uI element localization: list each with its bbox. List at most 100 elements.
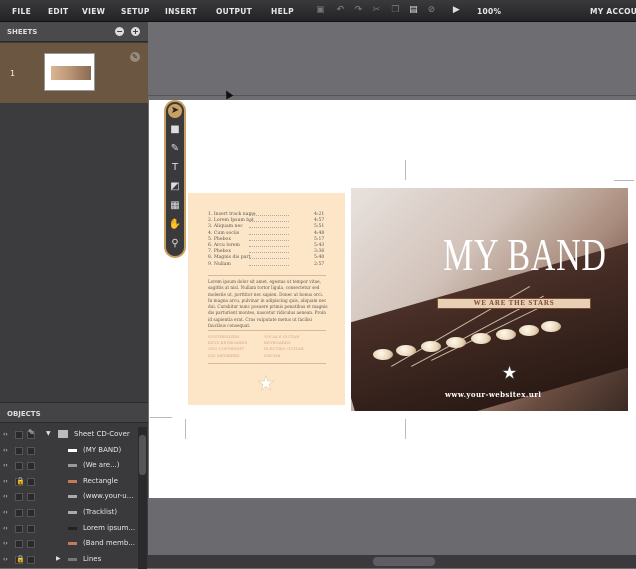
zoom-level[interactable]: 100% xyxy=(477,7,501,16)
edit-pencil-icon[interactable]: ✎ xyxy=(28,428,35,437)
lock-toggle[interactable] xyxy=(15,431,23,439)
undo-icon[interactable]: ↶ xyxy=(335,5,346,16)
visibility-icon[interactable]: ‹› xyxy=(3,478,12,485)
object-row[interactable]: ‹› Lorem ipsum... xyxy=(0,521,138,536)
sheets-panel: SHEETS − + 1 ✎ xyxy=(0,22,148,402)
select-toggle[interactable] xyxy=(27,509,35,517)
band-tagline[interactable]: WE ARE THE STARS xyxy=(437,298,591,309)
track-name: 2. Lorem Ipsum bat xyxy=(208,218,254,224)
track-name: 6. Arcu lorem xyxy=(208,243,240,248)
track-duration: 5:17 xyxy=(314,236,325,242)
lock-toggle[interactable] xyxy=(15,493,23,502)
text-tool-icon[interactable]: T xyxy=(168,161,182,175)
object-row[interactable]: ‹› 🔒 ▶ Lines xyxy=(0,552,138,567)
visibility-icon[interactable]: ‹› xyxy=(3,493,12,500)
track-duration: 2:57 xyxy=(314,261,325,267)
track-duration: 3:36 xyxy=(314,249,325,255)
track-name: 3. Aliquam nec xyxy=(208,224,243,230)
select-toggle[interactable] xyxy=(27,524,35,533)
select-tool-icon[interactable]: ➤ xyxy=(168,104,182,118)
grid-tool-icon[interactable]: ▦ xyxy=(168,199,182,213)
rectangle-tool-icon[interactable]: ■ xyxy=(168,123,182,137)
object-type-icon xyxy=(68,464,77,468)
visibility-icon[interactable]: ‹› xyxy=(3,509,12,516)
menu-setup[interactable]: SETUP xyxy=(121,7,150,16)
object-row[interactable]: ‹› (We are...) xyxy=(0,458,138,473)
lock-toggle[interactable] xyxy=(15,524,23,533)
credit-line: CEO COPYRIGHT xyxy=(208,346,245,352)
lock-toggle[interactable] xyxy=(15,462,23,471)
cut-icon[interactable]: ✂ xyxy=(371,5,382,16)
menu-file[interactable]: FILE xyxy=(12,7,31,16)
menu-output[interactable]: OUTPUT xyxy=(216,7,252,16)
object-row[interactable]: ‹› (Band memb... xyxy=(0,536,138,551)
objects-scroll-thumb[interactable] xyxy=(139,435,146,475)
guitar-peg xyxy=(373,349,393,360)
visibility-icon[interactable]: ‹› xyxy=(3,556,12,563)
lock-toggle[interactable] xyxy=(15,540,23,549)
expand-arrow-icon[interactable]: ▼ xyxy=(46,430,51,437)
visibility-icon[interactable]: ‹› xyxy=(3,525,12,532)
select-toggle[interactable] xyxy=(27,446,35,455)
zoom-tool-icon[interactable]: ⚲ xyxy=(168,237,182,251)
select-toggle[interactable] xyxy=(27,493,35,502)
track-leader xyxy=(249,231,289,235)
delete-icon[interactable]: ⊘ xyxy=(426,5,437,16)
horizontal-scrollbar[interactable] xyxy=(148,555,636,568)
fill-tool-icon[interactable]: ◩ xyxy=(168,180,182,194)
sheet-item[interactable]: 1 ✎ xyxy=(0,43,148,103)
horizontal-scroll-thumb[interactable] xyxy=(373,557,435,566)
sheet-thumbnail[interactable] xyxy=(44,53,95,91)
menu-account[interactable]: MY ACCOUNT xyxy=(590,7,636,16)
lock-toggle[interactable] xyxy=(15,509,23,517)
add-sheet-button[interactable]: + xyxy=(131,27,140,36)
object-row[interactable]: ‹› (MY BAND) xyxy=(0,443,138,458)
menu-insert[interactable]: INSERT xyxy=(165,7,197,16)
lock-toggle[interactable]: 🔒 xyxy=(15,555,25,564)
visibility-icon[interactable]: ‹› xyxy=(3,447,12,454)
save-icon[interactable]: ▣ xyxy=(315,5,326,16)
remove-sheet-button[interactable]: − xyxy=(115,27,124,36)
band-title[interactable]: MY BAND xyxy=(443,228,607,281)
hand-tool-icon[interactable]: ✋ xyxy=(168,218,182,232)
preview-icon[interactable]: ▶ xyxy=(451,5,462,16)
lock-toggle[interactable]: 🔒 xyxy=(15,477,25,486)
track-name: 8. Magnis dis part xyxy=(208,255,251,261)
website-url[interactable]: www.your-websitex.url xyxy=(445,390,541,399)
visibility-icon[interactable]: ‹› xyxy=(3,462,12,469)
object-row[interactable]: ‹› (Tracklist) xyxy=(0,505,138,520)
track-leader xyxy=(249,212,289,216)
visibility-icon[interactable]: ‹› xyxy=(3,431,12,438)
credit-line: ELECTRIC GUITAR xyxy=(264,346,304,352)
credits-right[interactable]: VOCALS GUITAR KEYBOARDS ELECTRIC GUITAR … xyxy=(264,334,304,359)
select-toggle[interactable] xyxy=(27,477,35,486)
lorem-text[interactable]: Lorem ipsum dolor sit amet, egestas ut t… xyxy=(208,279,328,329)
select-toggle[interactable] xyxy=(27,555,35,564)
object-row[interactable]: ‹› ▼ ✎ Sheet CD-Cover xyxy=(0,427,138,442)
menu-bar: FILE EDIT VIEW SETUP INSERT OUTPUT HELP … xyxy=(0,0,636,22)
redo-icon[interactable]: ↷ xyxy=(353,5,364,16)
track-name: 5. Phebox xyxy=(208,236,231,242)
copy-icon[interactable]: ❐ xyxy=(390,5,401,16)
object-row[interactable]: ‹› (www.your-u... xyxy=(0,489,138,504)
cd-front-cover[interactable]: MY BAND WE ARE THE STARS ★ www.your-webs… xyxy=(351,188,628,411)
edit-sheet-icon[interactable]: ✎ xyxy=(130,52,140,62)
menu-view[interactable]: VIEW xyxy=(82,7,105,16)
menu-edit[interactable]: EDIT xyxy=(48,7,68,16)
paste-icon[interactable]: ▤ xyxy=(408,5,419,16)
object-row[interactable]: ‹› 🔒 Rectangle xyxy=(0,474,138,489)
credits-left[interactable]: SYNTHESIZER KEYS KEYBOARDS CEO COPYRIGHT… xyxy=(208,334,247,359)
object-type-icon xyxy=(68,542,77,546)
expand-arrow-icon[interactable]: ▶ xyxy=(56,555,61,562)
objects-scrollbar[interactable] xyxy=(138,427,147,569)
visibility-icon[interactable]: ‹› xyxy=(3,540,12,547)
cd-back-cover[interactable]: 1. Insert track name 4:21 2. Lorem Ipsum b… xyxy=(188,193,345,405)
sheets-header: SHEETS − + xyxy=(0,22,148,42)
sheet-number: 1 xyxy=(10,69,16,78)
select-toggle[interactable] xyxy=(27,462,35,471)
select-toggle[interactable] xyxy=(27,540,35,549)
lock-toggle[interactable] xyxy=(15,446,23,455)
track-leader xyxy=(249,255,289,260)
menu-help[interactable]: HELP xyxy=(271,7,294,16)
brush-tool-icon[interactable]: ✎ xyxy=(168,142,182,156)
